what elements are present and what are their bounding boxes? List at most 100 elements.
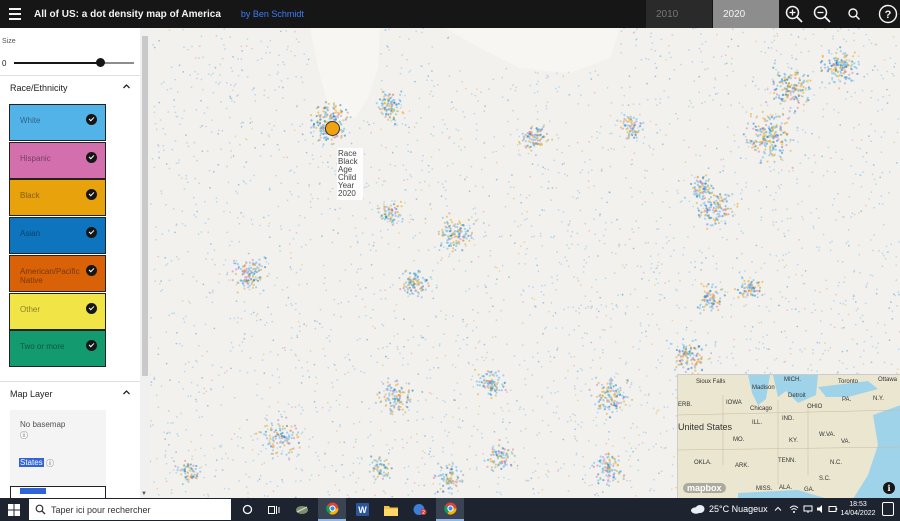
app-title: All of US: a dot density map of America xyxy=(34,8,221,20)
minimap-place-label: VA. xyxy=(841,439,851,445)
author-link[interactable]: by Ben Schmidt xyxy=(241,9,304,19)
chevron-up-icon[interactable] xyxy=(774,505,782,513)
menu-icon[interactable] xyxy=(0,0,30,28)
slider-fill xyxy=(14,62,101,64)
race-filter-label: Hispanic xyxy=(20,153,51,163)
checkmark-icon[interactable] xyxy=(86,302,97,314)
minimap-place-label: ARK. xyxy=(735,463,750,469)
svg-text:?: ? xyxy=(885,9,892,21)
search-icon[interactable] xyxy=(840,0,868,28)
race-filter-black[interactable]: Black xyxy=(9,179,106,217)
info-icon[interactable]: ⓘ xyxy=(20,430,28,441)
map-layer-section-title: Map Layer xyxy=(10,389,53,399)
checkmark-icon[interactable] xyxy=(86,264,97,276)
info-icon[interactable]: i xyxy=(883,482,895,494)
race-filter-two-or-more[interactable]: Two or more xyxy=(9,330,106,368)
minimap[interactable]: Sioux Falls Madison Detroit Toronto Ottawa ER… xyxy=(677,374,900,498)
race-filter-other[interactable]: Other xyxy=(9,292,106,330)
minimap-place-label: N.Y. xyxy=(873,396,884,402)
checkmark-icon[interactable] xyxy=(86,114,97,125)
chrome-icon[interactable] xyxy=(318,498,346,521)
race-filter-white[interactable]: White xyxy=(9,104,106,141)
race-filter-hispanic[interactable]: Hispanic xyxy=(9,141,106,179)
minimap-place-label: Sioux Falls xyxy=(696,379,726,385)
volume-icon[interactable] xyxy=(816,504,826,514)
checkmark-icon[interactable] xyxy=(86,340,97,352)
minimap-place-label: Toronto xyxy=(838,379,859,385)
checkmark-icon[interactable] xyxy=(86,189,97,201)
layer-option-selected[interactable] xyxy=(10,486,106,498)
network-icon[interactable] xyxy=(803,504,813,514)
minimap-place-label: PA. xyxy=(842,397,852,403)
layer-option-group: No basemap ⓘ States ⓘ xyxy=(10,410,106,486)
cloud-weather-icon[interactable] xyxy=(690,504,706,514)
race-filter-label: Black xyxy=(20,191,40,201)
year-tab-2010[interactable]: 2010 xyxy=(646,0,712,28)
top-header: All of US: a dot density map of America … xyxy=(0,0,900,28)
dot-density-map[interactable]: Race Black Age Child Year 2020 Sioux Fal… xyxy=(150,28,900,498)
minimap-place-label: MO. xyxy=(733,437,745,443)
slider-handle[interactable] xyxy=(96,58,106,67)
minimap-place-label: Ottawa xyxy=(878,377,898,383)
checkmark-icon[interactable] xyxy=(86,227,97,239)
battery-icon[interactable] xyxy=(828,504,838,514)
search-icon xyxy=(35,504,46,515)
slider-min-label: 0 xyxy=(2,59,7,68)
clock[interactable]: 18:53 14/04/2022 xyxy=(838,500,878,518)
task-view-icon[interactable] xyxy=(260,498,288,521)
race-filter-american-pacific-native[interactable]: American/Pacific Native xyxy=(9,254,106,292)
info-icon[interactable]: ⓘ xyxy=(46,458,54,469)
minimap-place-label: ERB. xyxy=(678,402,693,408)
chevron-up-icon[interactable] xyxy=(122,388,131,399)
windows-start-icon[interactable] xyxy=(0,498,28,521)
checkmark-icon[interactable] xyxy=(86,151,97,163)
clock-time: 18:53 xyxy=(849,501,867,508)
minimap-country-label: United States xyxy=(678,422,733,432)
app-badge-icon[interactable]: 2 xyxy=(406,498,434,521)
taskbar-search-input[interactable]: Taper ici pour rechercher xyxy=(29,499,231,520)
minimap-place-label: OKLA. xyxy=(694,460,712,466)
race-filter-label: White xyxy=(20,116,41,125)
layer-states[interactable]: States xyxy=(19,458,44,467)
minimap-place-label: ILL. xyxy=(752,420,763,426)
zoom-out-icon[interactable] xyxy=(808,0,836,28)
scroll-down-arrow-icon[interactable]: ▼ xyxy=(141,491,147,497)
search-placeholder: Taper ici pour rechercher xyxy=(51,504,151,515)
race-filter-label: Asian xyxy=(20,229,41,239)
file-explorer-icon[interactable] xyxy=(377,498,405,521)
minimap-place-label: W.VA. xyxy=(819,432,836,438)
race-filter-label: Other xyxy=(20,304,41,314)
cortana-icon[interactable] xyxy=(233,498,261,521)
selected-dot-marker[interactable] xyxy=(325,121,340,136)
wifi-icon[interactable] xyxy=(789,504,799,514)
word-icon[interactable]: W xyxy=(348,498,376,521)
minimap-place-label: Detroit xyxy=(788,393,806,399)
minimap-place-label: IND. xyxy=(782,416,794,422)
dot-tooltip: Race Black Age Child Year 2020 xyxy=(337,148,363,200)
sidebar-scrollbar[interactable]: ▼ xyxy=(140,28,150,498)
help-icon[interactable]: ? xyxy=(874,0,900,28)
mapbox-logo[interactable]: mapbox xyxy=(683,483,726,493)
chrome-icon[interactable] xyxy=(436,498,464,521)
weather-text[interactable]: 25°C Nuageux xyxy=(709,504,768,514)
divider xyxy=(0,381,140,382)
minimap-place-label: KY. xyxy=(789,438,798,444)
race-section-title: Race/Ethnicity xyxy=(10,83,68,93)
chevron-up-icon[interactable] xyxy=(122,82,131,93)
minimap-place-label: MICH. xyxy=(784,377,801,383)
minimap-place-label: GA. xyxy=(804,487,815,493)
scrollbar-thumb[interactable] xyxy=(142,36,148,376)
race-filter-label: Two or more xyxy=(20,342,65,352)
notification-icon[interactable] xyxy=(882,502,894,516)
sidebar: Size 0 Race/Ethnicity White Hispanic Black… xyxy=(0,28,150,498)
edge-like-icon[interactable] xyxy=(288,498,316,521)
year-tab-2020[interactable]: 2020 xyxy=(713,0,779,28)
zoom-in-icon[interactable] xyxy=(780,0,808,28)
size-slider[interactable] xyxy=(14,58,134,67)
tooltip-line: 2020 xyxy=(338,189,356,198)
race-filter-label: American/Pacific Native xyxy=(20,266,80,285)
layer-no-basemap[interactable]: No basemap xyxy=(20,420,65,429)
divider xyxy=(0,75,140,76)
minimap-place-label: TENN. xyxy=(778,458,796,464)
race-filter-asian[interactable]: Asian xyxy=(9,217,106,255)
